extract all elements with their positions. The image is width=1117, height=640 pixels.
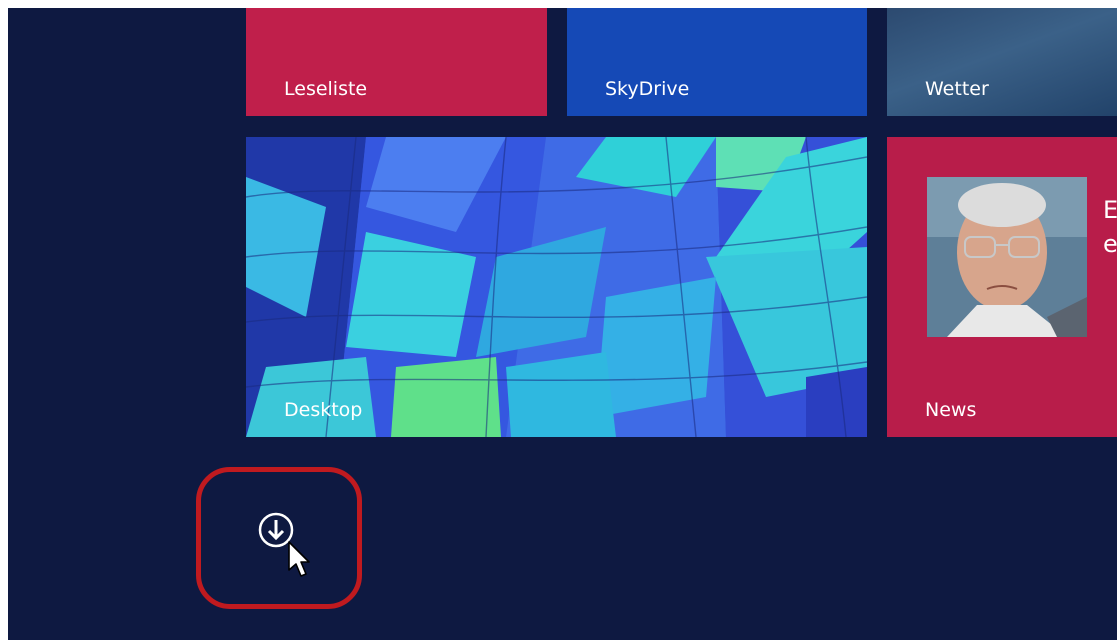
top-border: [0, 0, 1117, 8]
tile-skydrive[interactable]: SkyDrive: [567, 8, 867, 116]
tile-skydrive-label: SkyDrive: [605, 78, 690, 100]
tile-wetter-label: Wetter: [925, 78, 989, 100]
news-photo-image: [927, 177, 1087, 337]
tile-leseliste-label: Leseliste: [284, 78, 368, 100]
desktop-wallpaper-image: [246, 137, 867, 437]
tile-wetter[interactable]: Wetter: [887, 8, 1117, 116]
news-headline: E e: [1103, 193, 1117, 261]
tile-desktop[interactable]: Desktop: [246, 137, 867, 437]
news-headline-line-1: E: [1103, 196, 1117, 224]
mouse-pointer-icon: [288, 541, 310, 577]
start-screen: Leseliste SkyDrive Wetter Desktop E e Ne…: [0, 0, 1117, 640]
highlight-circle: [196, 467, 362, 609]
tile-desktop-label: Desktop: [284, 399, 363, 421]
news-headline-line-2: e: [1103, 230, 1117, 258]
left-border: [0, 0, 8, 640]
tile-leseliste[interactable]: Leseliste: [246, 8, 547, 116]
tile-news[interactable]: E e News: [887, 137, 1117, 437]
tile-news-label: News: [925, 399, 977, 421]
